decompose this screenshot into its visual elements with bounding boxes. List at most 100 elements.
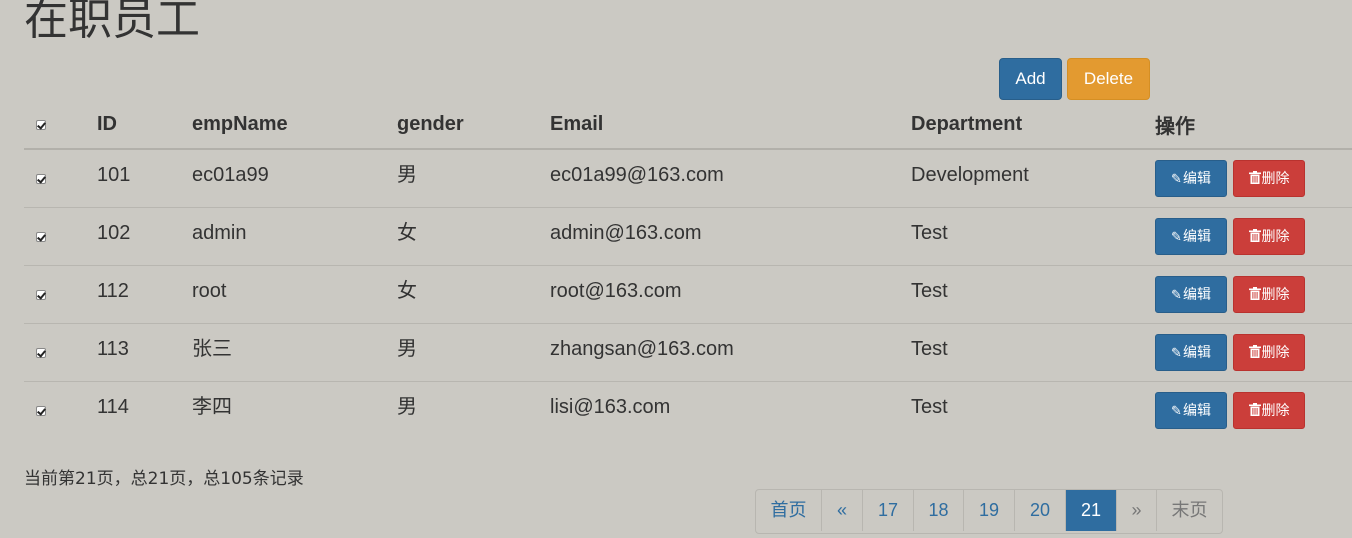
employee-page: 在职员工 Add Delete ID empName gender Email … [0,0,1352,538]
cell-gender: 男 [397,323,550,382]
delete-label: 删除 [1261,171,1290,187]
emp-id: 114 [97,396,129,418]
delete-row-button[interactable]: 删除 [1233,160,1305,197]
trash-icon [1248,403,1261,419]
cell-email: root@163.com [550,265,911,324]
emp-department: Development [911,164,1029,186]
edit-button[interactable]: ✎编辑 [1155,218,1227,255]
cell-id: 112 [97,265,192,324]
pagination-info: 当前第21页，总21页，总105条记录 [24,469,304,489]
cell-department: Test [911,265,1155,324]
header-emp-name: empName [192,100,397,150]
pagination-last[interactable]: 末页 [1157,490,1222,531]
emp-department: Test [911,280,948,302]
cell-id: 102 [97,207,192,266]
row-checkbox[interactable] [36,232,46,242]
edit-label: 编辑 [1182,345,1211,361]
add-button[interactable]: Add [999,58,1062,100]
edit-label: 编辑 [1182,287,1211,303]
edit-button[interactable]: ✎编辑 [1155,160,1227,197]
emp-department: Test [911,396,948,418]
emp-department: Test [911,338,948,360]
pagination-prev[interactable]: « [822,490,863,531]
cell-emp-name: admin [192,207,397,266]
pencil-icon: ✎ [1171,346,1182,361]
delete-row-button[interactable]: 删除 [1233,334,1305,371]
emp-email: zhangsan@163.com [550,338,734,360]
delete-button[interactable]: Delete [1067,58,1150,100]
edit-button[interactable]: ✎编辑 [1155,392,1227,429]
pagination-page[interactable]: 20 [1015,490,1066,531]
trash-icon [1248,287,1261,303]
row-checkbox-cell [24,265,97,324]
table-row: 101 ec01a99 男 ec01a99@163.com Development ✎编辑… [24,149,1352,208]
page-title: 在职员工 [24,0,200,45]
trash-icon [1248,345,1261,361]
pagination-page[interactable]: 17 [863,490,914,531]
trash-icon [1248,171,1261,187]
edit-label: 编辑 [1182,403,1211,419]
emp-id: 113 [97,338,129,360]
row-checkbox[interactable] [36,174,46,184]
employee-table: ID empName gender Email Department 操作 10… [24,100,1352,439]
row-checkbox[interactable] [36,348,46,358]
emp-id: 101 [97,164,131,186]
pencil-icon: ✎ [1171,288,1182,303]
cell-emp-name: root [192,265,397,324]
cell-actions: ✎编辑 删除 [1155,149,1352,208]
delete-label: 删除 [1261,345,1290,361]
table-row: 102 admin 女 admin@163.com Test ✎编辑 删除 [24,207,1352,266]
edit-button[interactable]: ✎编辑 [1155,276,1227,313]
delete-label: 删除 [1261,287,1290,303]
cell-id: 101 [97,149,192,208]
cell-actions: ✎编辑 删除 [1155,265,1352,324]
row-checkbox[interactable] [36,290,46,300]
emp-name: root [192,280,227,302]
header-actions: 操作 [1155,100,1352,150]
emp-name: 李四 [192,396,232,418]
emp-name: admin [192,222,247,244]
row-checkbox-cell [24,382,97,440]
emp-department: Test [911,222,948,244]
pencil-icon: ✎ [1171,172,1182,187]
cell-gender: 男 [397,382,550,440]
cell-id: 114 [97,382,192,440]
cell-emp-name: ec01a99 [192,149,397,208]
row-checkbox-cell [24,207,97,266]
pagination: 首页 « 17 18 19 20 21 » 末页 [755,489,1223,534]
header-id: ID [97,100,192,150]
pagination-page[interactable]: 19 [964,490,1015,531]
table-header-row: ID empName gender Email Department 操作 [24,100,1352,150]
emp-gender: 男 [397,396,417,418]
row-checkbox-cell [24,149,97,208]
emp-gender: 男 [397,164,417,186]
delete-row-button[interactable]: 删除 [1233,392,1305,429]
header-checkbox-cell [24,100,97,150]
pagination-next[interactable]: » [1117,490,1157,531]
pagination-first[interactable]: 首页 [756,490,822,531]
table-row: 113 张三 男 zhangsan@163.com Test ✎编辑 删除 [24,323,1352,382]
cell-gender: 男 [397,149,550,208]
cell-actions: ✎编辑 删除 [1155,323,1352,382]
emp-gender: 女 [397,280,417,302]
delete-row-button[interactable]: 删除 [1233,218,1305,255]
emp-id: 112 [97,280,129,302]
cell-email: ec01a99@163.com [550,149,911,208]
cell-emp-name: 张三 [192,323,397,382]
pencil-icon: ✎ [1171,230,1182,245]
cell-actions: ✎编辑 删除 [1155,207,1352,266]
emp-email: ec01a99@163.com [550,164,724,186]
pagination-page[interactable]: 18 [914,490,964,531]
row-checkbox[interactable] [36,406,46,416]
cell-department: Test [911,382,1155,440]
cell-department: Test [911,323,1155,382]
cell-gender: 女 [397,207,550,266]
edit-button[interactable]: ✎编辑 [1155,334,1227,371]
emp-name: ec01a99 [192,164,269,186]
select-all-checkbox[interactable] [36,119,46,130]
pagination-page-current[interactable]: 21 [1066,490,1117,531]
emp-gender: 女 [397,222,417,244]
cell-actions: ✎编辑 删除 [1155,382,1352,440]
delete-row-button[interactable]: 删除 [1233,276,1305,313]
header-email: Email [550,100,911,150]
